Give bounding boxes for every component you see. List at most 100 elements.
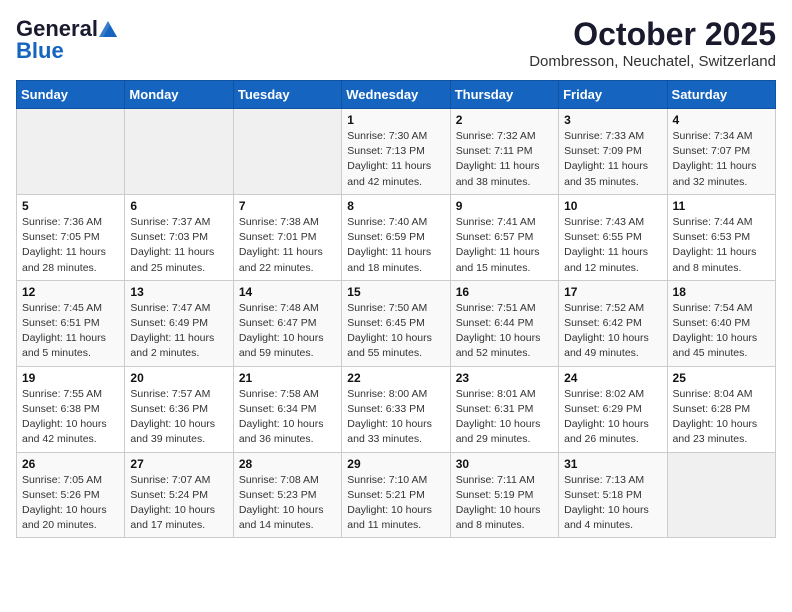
calendar-week-row: 26 Sunrise: 7:05 AM Sunset: 5:26 PM Dayli… [17,452,776,538]
calendar-week-row: 12 Sunrise: 7:45 AM Sunset: 6:51 PM Dayli… [17,280,776,366]
calendar-cell: 3 Sunrise: 7:33 AM Sunset: 7:09 PM Daylig… [559,109,667,195]
calendar-cell [125,109,233,195]
day-info: Sunrise: 8:00 AM Sunset: 6:33 PM Dayligh… [347,387,444,448]
day-number: 14 [239,285,336,299]
day-number: 13 [130,285,227,299]
day-info: Sunrise: 7:10 AM Sunset: 5:21 PM Dayligh… [347,473,444,534]
day-info: Sunrise: 7:05 AM Sunset: 5:26 PM Dayligh… [22,473,119,534]
day-number: 11 [673,199,770,213]
calendar-week-row: 19Sunrise: 7:55 AM Sunset: 6:38 PM Dayli… [17,366,776,452]
day-number: 5 [22,199,119,213]
calendar-cell: 15 Sunrise: 7:50 AM Sunset: 6:45 PM Dayli… [342,280,450,366]
day-number: 31 [564,457,661,471]
day-info: Sunrise: 7:54 AM Sunset: 6:40 PM Dayligh… [673,301,770,362]
calendar-cell: 6 Sunrise: 7:37 AM Sunset: 7:03 PM Daylig… [125,194,233,280]
calendar-cell: 12 Sunrise: 7:45 AM Sunset: 6:51 PM Dayli… [17,280,125,366]
day-number: 9 [456,199,553,213]
day-number: 12 [22,285,119,299]
day-info: Sunrise: 7:33 AM Sunset: 7:09 PM Dayligh… [564,129,661,190]
day-number: 21 [239,371,336,385]
calendar-cell: 17 Sunrise: 7:52 AM Sunset: 6:42 PM Dayli… [559,280,667,366]
day-info: Sunrise: 7:48 AM Sunset: 6:47 PM Dayligh… [239,301,336,362]
day-info: Sunrise: 7:11 AM Sunset: 5:19 PM Dayligh… [456,473,553,534]
weekday-header: Saturday [667,81,775,109]
calendar-cell: 22 Sunrise: 8:00 AM Sunset: 6:33 PM Dayli… [342,366,450,452]
day-info: Sunrise: 7:32 AM Sunset: 7:11 PM Dayligh… [456,129,553,190]
logo-icon [99,21,117,37]
day-info: Sunrise: 7:41 AM Sunset: 6:57 PM Dayligh… [456,215,553,276]
calendar-cell: 30 Sunrise: 7:11 AM Sunset: 5:19 PM Dayli… [450,452,558,538]
calendar-cell: 7 Sunrise: 7:38 AM Sunset: 7:01 PM Daylig… [233,194,341,280]
logo: General Blue [16,16,118,64]
calendar-cell: 10Sunrise: 7:43 AM Sunset: 6:55 PM Dayli… [559,194,667,280]
day-number: 29 [347,457,444,471]
day-info: Sunrise: 7:47 AM Sunset: 6:49 PM Dayligh… [130,301,227,362]
weekday-header: Monday [125,81,233,109]
calendar-week-row: 1Sunrise: 7:30 AM Sunset: 7:13 PM Daylig… [17,109,776,195]
calendar-cell: 9 Sunrise: 7:41 AM Sunset: 6:57 PM Daylig… [450,194,558,280]
day-number: 24 [564,371,661,385]
day-number: 18 [673,285,770,299]
weekday-header: Friday [559,81,667,109]
day-number: 25 [673,371,770,385]
day-info: Sunrise: 7:34 AM Sunset: 7:07 PM Dayligh… [673,129,770,190]
calendar-cell: 27Sunrise: 7:07 AM Sunset: 5:24 PM Dayli… [125,452,233,538]
day-number: 7 [239,199,336,213]
day-number: 6 [130,199,227,213]
day-info: Sunrise: 8:02 AM Sunset: 6:29 PM Dayligh… [564,387,661,448]
day-number: 8 [347,199,444,213]
calendar-subtitle: Dombresson, Neuchatel, Switzerland [529,53,776,70]
calendar-title: October 2025 [529,16,776,53]
day-info: Sunrise: 7:13 AM Sunset: 5:18 PM Dayligh… [564,473,661,534]
calendar-cell: 11 Sunrise: 7:44 AM Sunset: 6:53 PM Dayli… [667,194,775,280]
calendar-cell: 8 Sunrise: 7:40 AM Sunset: 6:59 PM Daylig… [342,194,450,280]
logo-blue: Blue [16,38,64,64]
day-number: 30 [456,457,553,471]
calendar-cell: 31 Sunrise: 7:13 AM Sunset: 5:18 PM Dayli… [559,452,667,538]
calendar-cell: 18 Sunrise: 7:54 AM Sunset: 6:40 PM Dayli… [667,280,775,366]
day-info: Sunrise: 7:55 AM Sunset: 6:38 PM Dayligh… [22,387,119,448]
day-number: 22 [347,371,444,385]
calendar-cell: 25 Sunrise: 8:04 AM Sunset: 6:28 PM Dayli… [667,366,775,452]
day-number: 17 [564,285,661,299]
weekday-header: Sunday [17,81,125,109]
calendar-cell: 20 Sunrise: 7:57 AM Sunset: 6:36 PM Dayli… [125,366,233,452]
day-info: Sunrise: 8:01 AM Sunset: 6:31 PM Dayligh… [456,387,553,448]
calendar-cell: 24 Sunrise: 8:02 AM Sunset: 6:29 PM Dayli… [559,366,667,452]
day-info: Sunrise: 7:51 AM Sunset: 6:44 PM Dayligh… [456,301,553,362]
calendar-cell [667,452,775,538]
day-info: Sunrise: 7:44 AM Sunset: 6:53 PM Dayligh… [673,215,770,276]
day-info: Sunrise: 8:04 AM Sunset: 6:28 PM Dayligh… [673,387,770,448]
calendar-cell: 13 Sunrise: 7:47 AM Sunset: 6:49 PM Dayli… [125,280,233,366]
calendar-cell: 5 Sunrise: 7:36 AM Sunset: 7:05 PM Daylig… [17,194,125,280]
weekday-header: Tuesday [233,81,341,109]
calendar-cell: 23Sunrise: 8:01 AM Sunset: 6:31 PM Dayli… [450,366,558,452]
day-info: Sunrise: 7:37 AM Sunset: 7:03 PM Dayligh… [130,215,227,276]
calendar-cell: 16 Sunrise: 7:51 AM Sunset: 6:44 PM Dayli… [450,280,558,366]
day-number: 20 [130,371,227,385]
day-number: 4 [673,113,770,127]
calendar-table: SundayMondayTuesdayWednesdayThursdayFrid… [16,80,776,538]
weekday-header: Wednesday [342,81,450,109]
day-number: 15 [347,285,444,299]
day-number: 26 [22,457,119,471]
day-info: Sunrise: 7:36 AM Sunset: 7:05 PM Dayligh… [22,215,119,276]
day-info: Sunrise: 7:50 AM Sunset: 6:45 PM Dayligh… [347,301,444,362]
day-info: Sunrise: 7:40 AM Sunset: 6:59 PM Dayligh… [347,215,444,276]
day-number: 3 [564,113,661,127]
day-number: 10 [564,199,661,213]
calendar-cell: 28 Sunrise: 7:08 AM Sunset: 5:23 PM Dayli… [233,452,341,538]
day-info: Sunrise: 7:52 AM Sunset: 6:42 PM Dayligh… [564,301,661,362]
day-number: 28 [239,457,336,471]
day-number: 16 [456,285,553,299]
calendar-cell: 29 Sunrise: 7:10 AM Sunset: 5:21 PM Dayli… [342,452,450,538]
page-header: General Blue October 2025 Dombresson, Ne… [16,16,776,70]
day-info: Sunrise: 7:38 AM Sunset: 7:01 PM Dayligh… [239,215,336,276]
day-info: Sunrise: 7:08 AM Sunset: 5:23 PM Dayligh… [239,473,336,534]
day-info: Sunrise: 7:57 AM Sunset: 6:36 PM Dayligh… [130,387,227,448]
day-info: Sunrise: 7:45 AM Sunset: 6:51 PM Dayligh… [22,301,119,362]
weekday-header: Thursday [450,81,558,109]
day-info: Sunrise: 7:58 AM Sunset: 6:34 PM Dayligh… [239,387,336,448]
calendar-cell [17,109,125,195]
calendar-cell: 2Sunrise: 7:32 AM Sunset: 7:11 PM Daylig… [450,109,558,195]
